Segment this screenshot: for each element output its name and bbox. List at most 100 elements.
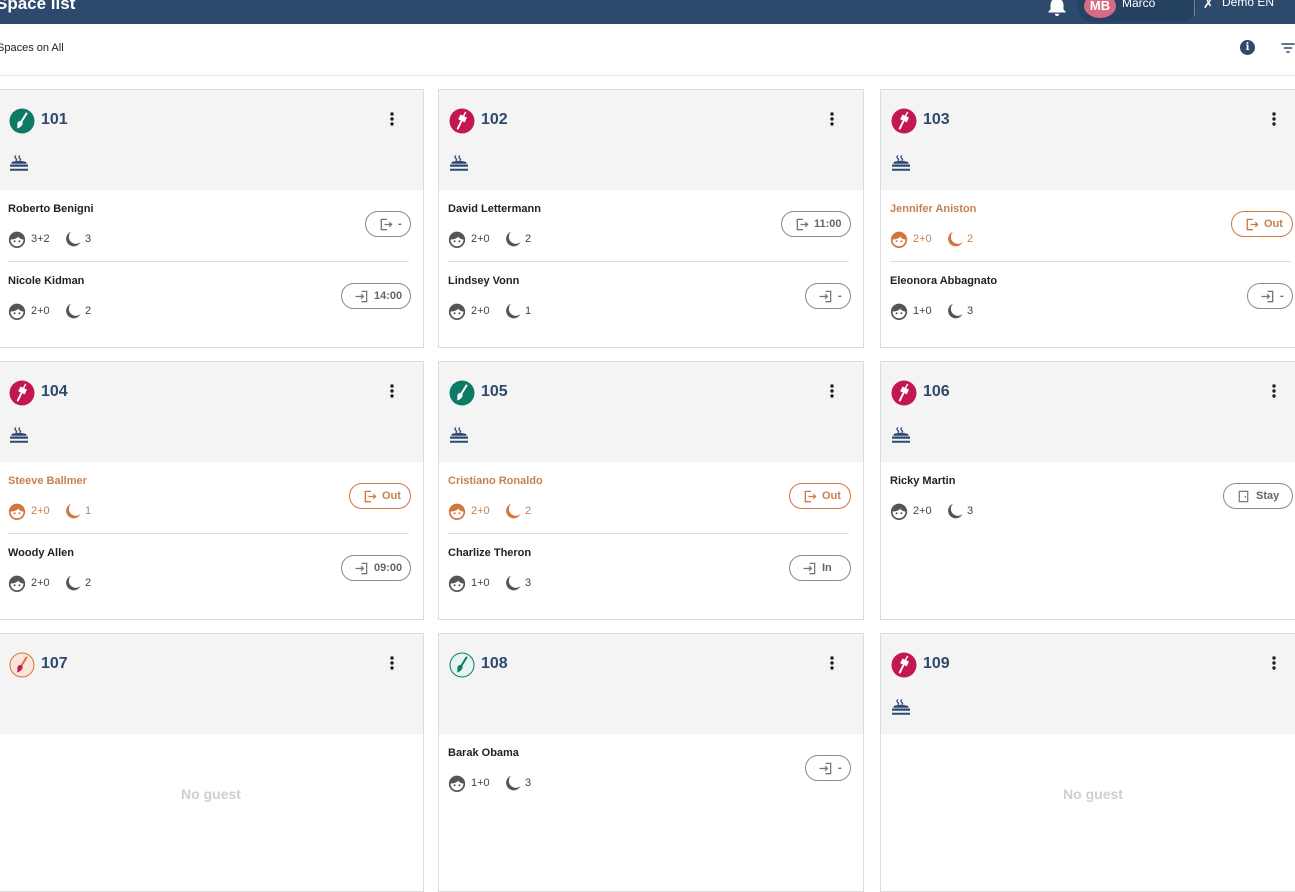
- nights-icon: [504, 574, 522, 592]
- guest-action-button[interactable]: In: [789, 555, 851, 581]
- guest-action-button[interactable]: Out: [349, 483, 411, 509]
- more-options-icon[interactable]: [1264, 652, 1284, 676]
- guest-action-button[interactable]: -: [805, 283, 851, 309]
- nights-icon: [64, 230, 82, 248]
- guest-row[interactable]: Charlize Theron 1+0 3 In: [439, 534, 863, 606]
- guests-count: 2+0: [31, 577, 50, 589]
- nights-count: 3: [85, 233, 92, 245]
- guest-action-button[interactable]: -: [1247, 283, 1293, 309]
- guest-row[interactable]: Roberto Benigni 3+2 3 -: [0, 190, 423, 262]
- guest-row[interactable]: Eleonora Abbagnato 1+0 3 -: [881, 262, 1295, 334]
- space-card[interactable]: 104 Steeve Ballmer 2+0 1 Out Woody Allen 2+0 2 0…: [0, 361, 424, 620]
- space-card[interactable]: 109 No guest: [880, 633, 1295, 892]
- nights-icon: [946, 502, 964, 520]
- guest-action-label: -: [1280, 290, 1284, 302]
- dirty-icon[interactable]: [891, 380, 917, 406]
- bed-icon: [9, 424, 29, 444]
- more-options-icon[interactable]: [382, 108, 402, 132]
- nights-icon: [504, 774, 522, 792]
- room-number: 102: [481, 111, 508, 128]
- user-menu[interactable]: MB Marco: [1078, 0, 1196, 22]
- guests-count: 2+0: [471, 305, 490, 317]
- clean-icon[interactable]: [449, 380, 475, 406]
- nights-icon: [504, 230, 522, 248]
- space-card[interactable]: 105 Cristiano Ronaldo 2+0 2 Out Charlize Ther…: [438, 361, 864, 620]
- space-card[interactable]: 103 Jennifer Aniston 2+0 2 Out Eleonora Abbag…: [880, 89, 1295, 348]
- more-options-icon[interactable]: [382, 380, 402, 404]
- guest-name: Charlize Theron: [448, 547, 532, 559]
- space-card[interactable]: 101 Roberto Benigni 3+2 3 - Nicole Kidman 2+0 2…: [0, 89, 424, 348]
- dirty-icon[interactable]: [449, 108, 475, 134]
- more-options-icon[interactable]: [822, 108, 842, 132]
- guest-row[interactable]: David Lettermann 2+0 2 11:00: [439, 190, 863, 262]
- guest-name: Barak Obama: [448, 747, 519, 759]
- space-card[interactable]: 106 Ricky Martin 2+0 3 Stay: [880, 361, 1295, 620]
- guest-action-button[interactable]: Out: [1231, 211, 1293, 237]
- nights-count: 1: [85, 505, 92, 517]
- nights-count: 2: [967, 233, 974, 245]
- guest-row[interactable]: Jennifer Aniston 2+0 2 Out: [881, 190, 1295, 262]
- nights-icon: [64, 574, 82, 592]
- space-card-header: 105: [439, 362, 863, 462]
- guest-row[interactable]: Woody Allen 2+0 2 09:00: [0, 534, 423, 606]
- guest-row[interactable]: Ricky Martin 2+0 3 Stay: [881, 462, 1295, 534]
- space-card[interactable]: 107 No guest: [0, 633, 424, 892]
- guest-action-button[interactable]: -: [365, 211, 411, 237]
- guest-action-button[interactable]: 09:00: [341, 555, 411, 581]
- bell-icon[interactable]: [1045, 0, 1069, 18]
- guest-row[interactable]: Barak Obama 1+0 3 -: [439, 734, 863, 806]
- dirty-icon[interactable]: [9, 380, 35, 406]
- bed-icon: [891, 424, 911, 444]
- space-card-header: 101: [0, 90, 423, 190]
- nights-icon: [946, 302, 964, 320]
- guests-count-icon: [890, 302, 908, 320]
- guests-count-icon: [8, 574, 26, 592]
- more-options-icon[interactable]: [1264, 380, 1284, 404]
- guest-row[interactable]: Cristiano Ronaldo 2+0 2 Out: [439, 462, 863, 534]
- guest-action-label: Out: [822, 490, 841, 502]
- clean-icon[interactable]: [9, 108, 35, 134]
- nights-count: 2: [525, 233, 532, 245]
- guests-count-icon: [8, 230, 26, 248]
- guests-count: 1+0: [913, 305, 932, 317]
- guests-count: 3+2: [31, 233, 50, 245]
- space-card-header: 103: [881, 90, 1295, 190]
- room-number: 109: [923, 655, 950, 672]
- space-card-header: 106: [881, 362, 1295, 462]
- guest-row[interactable]: Lindsey Vonn 2+0 1 -: [439, 262, 863, 334]
- space-card-header: 104: [0, 362, 423, 462]
- more-options-icon[interactable]: [822, 380, 842, 404]
- guest-action-button[interactable]: 11:00: [781, 211, 851, 237]
- space-card[interactable]: 102 David Lettermann 2+0 2 11:00 Lindsey Vonn…: [438, 89, 864, 348]
- inspect-icon[interactable]: [9, 652, 35, 678]
- guest-action-label: 11:00: [814, 218, 842, 230]
- guests-count: 2+0: [913, 505, 932, 517]
- filter-icon[interactable]: [1280, 40, 1295, 56]
- guest-action-button[interactable]: Stay: [1223, 483, 1293, 509]
- hotel-logo-icon: ✗: [1203, 0, 1214, 11]
- guest-action-button[interactable]: 14:00: [341, 283, 411, 309]
- space-card-header: 107: [0, 634, 423, 734]
- guests-count: 2+0: [471, 233, 490, 245]
- guests-count: 2+0: [31, 505, 50, 517]
- bed-icon: [449, 424, 469, 444]
- guest-action-label: -: [838, 762, 842, 774]
- dirty-icon[interactable]: [891, 652, 917, 678]
- space-card[interactable]: 108 Barak Obama 1+0 3 -: [438, 633, 864, 892]
- more-options-icon[interactable]: [1264, 108, 1284, 132]
- more-options-icon[interactable]: [822, 652, 842, 676]
- guest-row[interactable]: Nicole Kidman 2+0 2 14:00: [0, 262, 423, 334]
- nights-count: 1: [525, 305, 532, 317]
- guest-action-button[interactable]: Out: [789, 483, 851, 509]
- avatar: MB: [1084, 0, 1116, 18]
- nights-count: 3: [967, 305, 974, 317]
- info-icon[interactable]: i: [1240, 40, 1255, 55]
- hotel-selector[interactable]: Demo EN: [1222, 0, 1274, 9]
- guest-name: Nicole Kidman: [8, 275, 85, 287]
- guest-action-button[interactable]: -: [805, 755, 851, 781]
- clean-outline-icon[interactable]: [449, 652, 475, 678]
- more-options-icon[interactable]: [382, 652, 402, 676]
- guest-row[interactable]: Steeve Ballmer 2+0 1 Out: [0, 462, 423, 534]
- no-guest-label: No guest: [1063, 786, 1123, 802]
- dirty-icon[interactable]: [891, 108, 917, 134]
